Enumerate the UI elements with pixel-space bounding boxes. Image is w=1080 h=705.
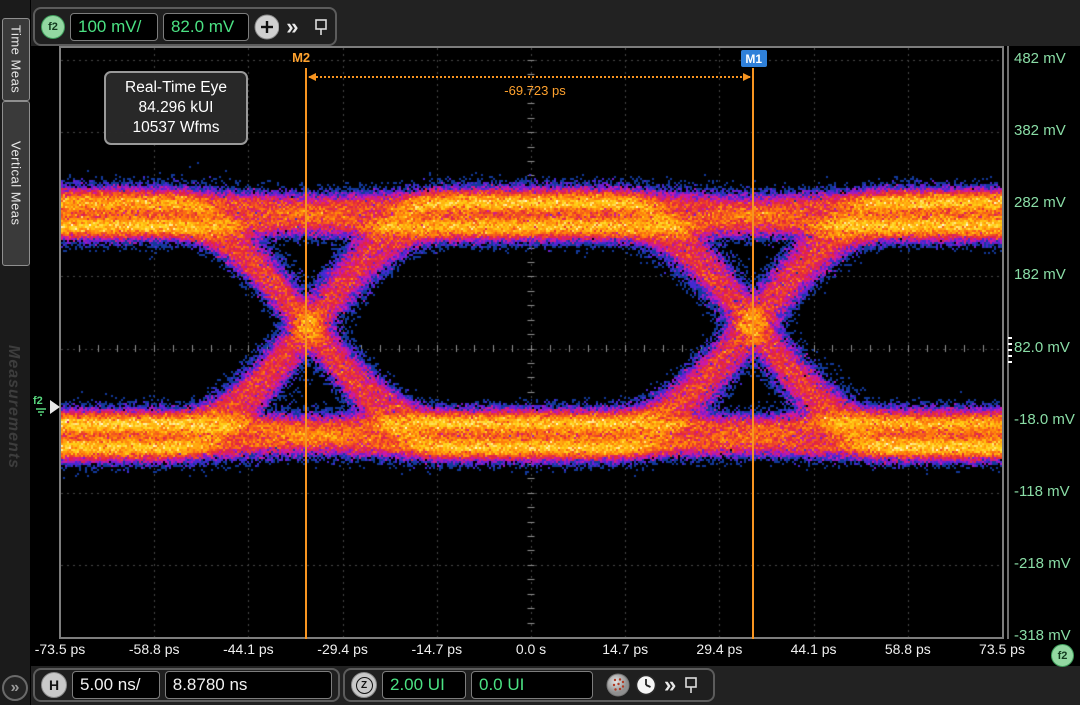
marker-m2-line[interactable] (305, 68, 307, 639)
ref-f2-text: f2 (33, 395, 43, 407)
zoom-scale-field[interactable]: 2.00 UI (382, 671, 466, 699)
horizontal-position-field[interactable]: 8.8780 ns (165, 671, 332, 699)
y-axis-label: 382 mV (1014, 122, 1076, 139)
horizontal-scale-field[interactable]: 5.00 ns/ (72, 671, 160, 699)
info-waveform-count: 10537 Wfms (110, 118, 242, 138)
oscilloscope-window: Time Meas Vertical Meas Measurements f2 … (0, 0, 1080, 705)
tab-time-meas[interactable]: Time Meas (2, 18, 30, 101)
offset-reference-ticks (1008, 337, 1012, 365)
x-axis-label: -58.8 ps (109, 641, 199, 657)
measurements-watermark: Measurements (4, 345, 22, 595)
pin-icon[interactable] (313, 18, 329, 36)
x-axis-label: 44.1 ps (769, 641, 859, 657)
marker-delta-line (309, 76, 750, 78)
x-axis-label: 29.4 ps (674, 641, 764, 657)
clock-icon[interactable] (635, 674, 657, 696)
tab-vertical-meas[interactable]: Vertical Meas (2, 101, 30, 266)
x-axis-label: 0.0 s (486, 641, 576, 657)
expand-toolbar-icon[interactable]: » (284, 17, 300, 37)
zoom-z-badge[interactable]: Z (351, 672, 377, 698)
x-axis-label: 14.7 ps (580, 641, 670, 657)
y-axis-label: 182 mV (1014, 266, 1076, 283)
zoom-position-field[interactable]: 0.0 UI (471, 671, 593, 699)
x-axis-label: -14.7 ps (392, 641, 482, 657)
horizontal-h-badge[interactable]: H (41, 672, 67, 698)
channel-reference-marker[interactable]: f2 (33, 392, 61, 424)
vertical-scale-field[interactable]: 100 mV/ (70, 13, 158, 41)
y-axis-label: 282 mV (1014, 194, 1076, 211)
info-ui-count: 84.296 kUI (110, 98, 242, 118)
x-axis-label: 58.8 ps (863, 641, 953, 657)
delta-arrow-right-icon (743, 73, 751, 81)
x-axis-label: 73.5 ps (957, 641, 1047, 657)
sidebar-expand-button[interactable]: » (2, 675, 28, 701)
marker-m1-line[interactable] (752, 68, 754, 639)
touch-sphere-icon[interactable] (606, 673, 630, 697)
y-axis-label: 482 mV (1014, 50, 1076, 67)
y-axis-label: -218 mV (1014, 555, 1076, 572)
y-axis-label: 82.0 mV (1014, 339, 1076, 356)
marker-m2-label[interactable]: M2 (292, 50, 310, 65)
acquisition-info-box[interactable]: Real-Time Eye 84.296 kUI 10537 Wfms (104, 71, 248, 145)
vertical-offset-field[interactable]: 82.0 mV (163, 13, 249, 41)
marker-delta-value: -69.723 ps (480, 83, 590, 98)
add-icon[interactable] (254, 14, 279, 40)
y-axis-label: -18.0 mV (1014, 411, 1076, 428)
vertical-toolbar: f2 100 mV/ 82.0 mV » (33, 7, 337, 46)
marker-m1-label[interactable]: M1 (741, 50, 767, 67)
y-axis-label: -118 mV (1014, 483, 1076, 500)
pin-bottom-icon[interactable] (683, 676, 699, 694)
zoom-toolbar: Z 2.00 UI 0.0 UI » (343, 668, 715, 702)
ref-arrow-icon (50, 400, 60, 414)
expand-zoom-toolbar-icon[interactable]: » (662, 675, 678, 695)
channel-f2-badge[interactable]: f2 (41, 15, 65, 39)
info-title: Real-Time Eye (110, 78, 242, 98)
axis-f2-badge[interactable]: f2 (1051, 644, 1074, 667)
delta-arrow-left-icon (308, 73, 316, 81)
horizontal-toolbar: H 5.00 ns/ 8.8780 ns (33, 668, 340, 702)
x-axis-label: -73.5 ps (15, 641, 105, 657)
x-axis-label: -29.4 ps (298, 641, 388, 657)
x-axis-label: -44.1 ps (203, 641, 293, 657)
